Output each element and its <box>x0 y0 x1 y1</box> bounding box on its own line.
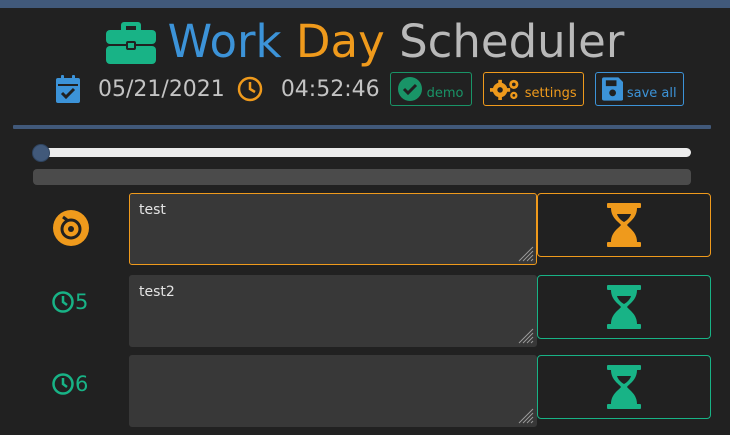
hour-save-button[interactable] <box>537 355 711 419</box>
app-title: Work Day Scheduler <box>168 14 625 70</box>
time-slider-track[interactable] <box>40 148 691 157</box>
clock-icon <box>52 291 74 313</box>
hour-row: 6 <box>0 355 730 429</box>
hour-note-text: test <box>139 202 166 218</box>
briefcase-icon <box>105 22 156 64</box>
hourglass-icon <box>607 203 641 247</box>
hour-label <box>52 209 90 247</box>
hour-number: 5 <box>75 290 89 314</box>
hour-number: 6 <box>75 372 89 396</box>
resize-grip-icon[interactable] <box>516 326 534 344</box>
hourglass-icon <box>607 285 641 329</box>
clock-icon <box>237 76 263 102</box>
time-slider-thumb[interactable] <box>32 144 50 162</box>
floppy-disk-icon <box>601 77 623 101</box>
gears-icon <box>489 79 519 100</box>
info-row: 05/21/2021 04:52:46 demo settings save a… <box>56 70 684 108</box>
day-progress-bar <box>33 169 691 185</box>
hourglass-icon <box>607 365 641 409</box>
current-time: 04:52:46 <box>280 76 380 102</box>
hour-row: test <box>0 193 730 267</box>
hour-note-text: test2 <box>139 284 175 300</box>
hour-row: 5 test2 <box>0 275 730 349</box>
title-word-work: Work <box>167 15 282 68</box>
app-header: Work Day Scheduler <box>0 14 730 70</box>
resize-grip-icon[interactable] <box>516 244 534 262</box>
save-all-button[interactable]: save all <box>594 72 684 106</box>
clock-icon <box>52 373 74 395</box>
check-circle-icon <box>397 77 422 101</box>
hour-note-textarea[interactable]: test2 <box>129 275 537 347</box>
calendar-check-icon <box>56 75 80 103</box>
hour-label: 5 <box>52 290 88 314</box>
hour-save-button[interactable] <box>537 193 711 257</box>
hour-note-textarea[interactable] <box>129 355 537 427</box>
save-all-label: save all <box>626 85 677 101</box>
header-divider <box>13 125 711 129</box>
demo-button[interactable]: demo <box>389 72 472 106</box>
hour-badge-current-icon <box>53 210 89 246</box>
hour-note-textarea[interactable]: test <box>129 193 537 265</box>
settings-label: settings <box>524 85 577 101</box>
resize-grip-icon[interactable] <box>516 406 534 424</box>
current-date: 05/21/2021 <box>98 76 225 102</box>
demo-label: demo <box>426 85 464 101</box>
hour-save-button[interactable] <box>537 275 711 339</box>
settings-button[interactable]: settings <box>482 72 584 106</box>
title-word-day: Day <box>295 15 385 68</box>
title-word-scheduler: Scheduler <box>399 15 625 68</box>
hour-label: 6 <box>52 372 88 396</box>
top-accent-bar <box>0 0 730 8</box>
